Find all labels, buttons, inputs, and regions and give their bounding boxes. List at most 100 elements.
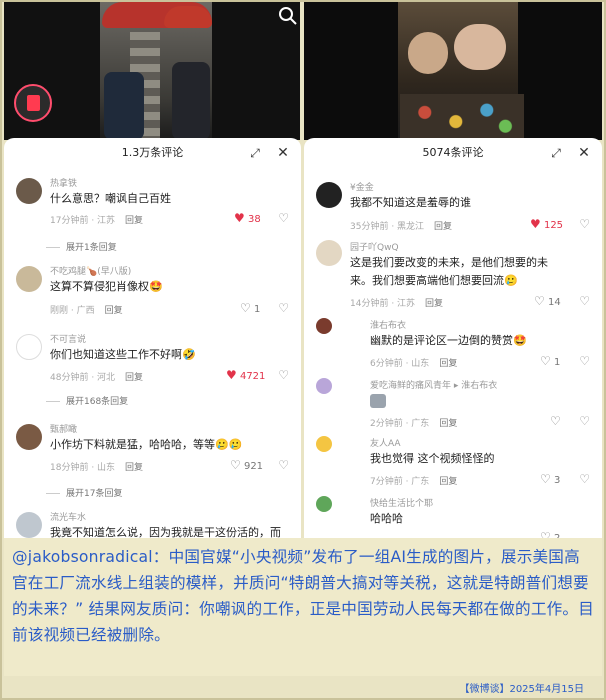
expand-icon[interactable]: ⤢ [247, 145, 263, 161]
dislike-icon[interactable]: ♡ [579, 217, 590, 231]
left-video-frame[interactable] [4, 2, 300, 140]
like-button[interactable]: ♡ 3 [540, 472, 560, 486]
reply-button[interactable]: 回复 [434, 222, 452, 232]
avatar[interactable] [316, 436, 332, 452]
comment-username[interactable]: 爱吃海鲜的痛风青年 ▸ 淮右布衣 [370, 378, 497, 391]
avatar[interactable] [16, 512, 42, 538]
like-button[interactable]: ♥ 38 [234, 211, 261, 225]
avatar[interactable] [316, 378, 332, 394]
comment-meta: 7分钟前 · 广东 [370, 477, 430, 487]
reply-button[interactable]: 回复 [125, 216, 143, 226]
like-button[interactable]: ♡ 14 [534, 294, 561, 308]
like-button[interactable]: ♥ 4721 [226, 368, 265, 382]
dislike-icon[interactable]: ♡ [579, 472, 590, 486]
heart-icon: ♥ [530, 217, 541, 231]
comment-panel-header: 1.3万条评论 ⤢ ✕ [4, 138, 301, 168]
expand-replies-button[interactable]: 展开17条回复 [66, 486, 122, 499]
comment-count-title: 5074条评论 [422, 146, 484, 159]
comment-text: 幽默的是评论区一边倒的赞赏🤩 [370, 334, 527, 347]
avatar[interactable] [16, 334, 42, 360]
comment-panel-header: 5074条评论 ⤢ ✕ [304, 138, 602, 168]
comment-text: 你们也知道这些工作不好啊🤣 [50, 348, 196, 361]
avatar[interactable] [316, 318, 332, 334]
comment-username[interactable]: 不吃鸡腿🍗(早八版) [50, 264, 131, 277]
comment-meta: 刚刚 · 广西 [50, 306, 95, 316]
comment-username[interactable]: 园子吖QwQ [350, 240, 399, 253]
expand-replies-button[interactable]: 展开168条回复 [66, 394, 128, 407]
like-button[interactable]: ♡ 921 [230, 458, 263, 472]
dislike-icon[interactable]: ♡ [579, 354, 590, 368]
like-button[interactable]: ♡ 1 [540, 354, 560, 368]
reply-button[interactable]: 回复 [425, 299, 443, 309]
reply-button[interactable]: 回复 [105, 306, 123, 316]
comment-username[interactable]: ¥金金 [350, 180, 374, 193]
comment-text-line2: 来。我们想要高端他们想要回流🥲 [350, 274, 518, 287]
reply-button[interactable]: 回复 [439, 477, 457, 487]
like-button[interactable]: ♡ 2 [540, 530, 560, 538]
heart-icon: ♡ [534, 294, 545, 308]
comment-text: 我也觉得 这个视频怪怪的 [370, 452, 495, 465]
comment-username[interactable]: 友人AA [370, 436, 401, 449]
like-button[interactable]: ♡ 1 [240, 301, 260, 315]
comment-username[interactable]: 快给生活比个耶 [370, 496, 433, 509]
comment-text: 什么意思？嘲讽自己百姓 [50, 192, 171, 205]
avatar[interactable] [316, 496, 332, 512]
dislike-icon[interactable]: ♡ [579, 414, 590, 428]
reply-button[interactable]: 回复 [439, 359, 457, 369]
caption-text: @jakobsonradical：中国官媒“小央视频”发布了一组AI生成的图片，… [4, 538, 602, 676]
dislike-icon[interactable]: ♡ [278, 368, 289, 382]
comment-text: 这算不算侵犯肖像权🤩 [50, 280, 163, 293]
search-icon[interactable] [278, 6, 298, 26]
avatar[interactable] [316, 240, 342, 266]
comment-username[interactable]: 淮右布衣 [370, 318, 406, 331]
reply-button[interactable]: 回复 [125, 373, 143, 383]
comment-text: 小作坊下料就是猛，哈哈哈，等等🥲🥲 [50, 438, 243, 451]
comment-meta: 2分钟前 · 广东 [370, 419, 430, 429]
red-packet-icon[interactable] [14, 84, 52, 122]
like-button[interactable]: ♡ [550, 414, 561, 428]
comment-meta: 48分钟前 · 河北 [50, 373, 116, 383]
heart-icon: ♡ [540, 472, 551, 486]
comment-username[interactable]: 不可言说 [50, 332, 86, 345]
heart-icon: ♥ [226, 368, 237, 382]
source-footer: 【微博谈】2025年4月15日 [459, 684, 584, 695]
comment-username[interactable]: 流光车水 [50, 510, 86, 523]
heart-icon: ♡ [230, 458, 241, 472]
dislike-icon[interactable]: ♡ [579, 294, 590, 308]
heart-icon: ♥ [234, 211, 245, 225]
comment-username[interactable]: 甄郝瞰 [50, 422, 77, 435]
comment-text: 我都不知道这是羞辱的谁 [350, 196, 471, 209]
avatar[interactable] [316, 182, 342, 208]
comment-meta: 18分钟前 · 山东 [50, 463, 116, 473]
comment-meta: 14分钟前 · 江苏 [350, 299, 416, 309]
heart-icon: ♡ [550, 414, 561, 428]
comment-username[interactable]: 热拿铁 [50, 176, 77, 189]
reply-button[interactable]: 回复 [439, 419, 457, 429]
like-button[interactable]: ♥ 125 [530, 217, 563, 231]
comment-count-title: 1.3万条评论 [121, 146, 184, 159]
heart-icon: ♡ [540, 354, 551, 368]
close-icon[interactable]: ✕ [275, 145, 291, 161]
heart-icon: ♡ [240, 301, 251, 315]
comment-text: 这是我们要改变的未来，是他们想要的未 [350, 256, 548, 269]
sticker-icon [370, 394, 386, 408]
right-comment-panel: 5074条评论 ⤢ ✕ ¥金金 我都不知道这是羞辱的谁 35分钟前 · 黑龙江回… [304, 138, 602, 538]
expand-replies-button[interactable]: 展开1条回复 [66, 240, 117, 253]
dislike-icon[interactable]: ♡ [278, 301, 289, 315]
heart-icon: ♡ [540, 530, 551, 538]
expand-icon[interactable]: ⤢ [548, 145, 564, 161]
comment-meta: 35分钟前 · 黑龙江 [350, 222, 425, 232]
comment-meta: 17分钟前 · 江苏 [50, 216, 116, 226]
right-video-frame[interactable] [304, 2, 602, 140]
dislike-icon[interactable]: ♡ [278, 211, 289, 225]
avatar[interactable] [16, 178, 42, 204]
dislike-icon[interactable]: ♡ [278, 458, 289, 472]
avatar[interactable] [16, 266, 42, 292]
comment-text: 哈哈哈 [370, 512, 403, 525]
avatar[interactable] [16, 424, 42, 450]
close-icon[interactable]: ✕ [576, 145, 592, 161]
comment-text: 我竟不知道怎么说，因为我就是干这份活的，而 [50, 526, 281, 538]
comment-meta: 6分钟前 · 山东 [370, 359, 430, 369]
left-comment-panel: 1.3万条评论 ⤢ ✕ 热拿铁 什么意思？嘲讽自己百姓 17分钟前 · 江苏 回复… [4, 138, 301, 538]
reply-button[interactable]: 回复 [125, 463, 143, 473]
